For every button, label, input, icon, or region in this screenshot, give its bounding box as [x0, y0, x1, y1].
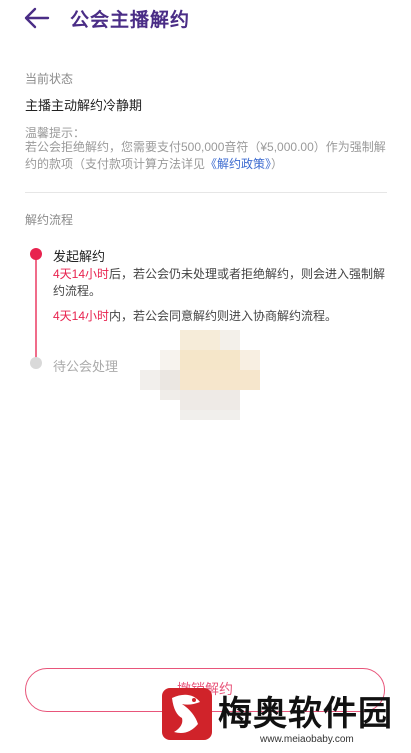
timeline-line: [35, 255, 37, 365]
step-pending-title: 待公会处理: [53, 359, 119, 374]
tip-body-suffix: ）: [271, 157, 284, 171]
countdown-text: 4天14小时: [53, 267, 110, 281]
arrow-left-icon: [24, 7, 50, 29]
page-title: 公会主播解约: [70, 10, 191, 31]
step-dot-active: [30, 248, 42, 260]
watermark-text: 梅奥软件园: [218, 694, 393, 734]
step-dot-pending: [30, 357, 42, 369]
current-status-value: 主播主动解约冷静期: [25, 98, 143, 113]
step-initiate-desc-2: 4天14小时内，若公会同意解约则进入协商解约流程。: [53, 308, 393, 325]
pixelated-redaction: [140, 330, 260, 420]
step-initiate-desc-1: 4天14小时后，若公会仍未处理或者拒绝解约，则会进入强制解约流程。: [53, 266, 393, 300]
dragon-logo-icon: [162, 688, 212, 740]
watermark-url: www.meiaobaby.com: [260, 734, 354, 745]
tip-body: 若公会拒绝解约，您需要支付500,000音符（¥5,000.00）作为强制解约的…: [25, 139, 387, 173]
top-bar: 公会主播解约: [0, 0, 411, 36]
process-label: 解约流程: [25, 213, 74, 227]
site-watermark: 梅奥软件园 www.meiaobaby.com: [160, 684, 400, 748]
step-desc-text: 内，若公会同意解约则进入协商解约流程。: [109, 309, 338, 323]
step-initiate-title: 发起解约: [53, 249, 106, 264]
current-status-label: 当前状态: [25, 72, 74, 86]
termination-policy-link[interactable]: 《解约政策》: [205, 157, 271, 171]
divider: [25, 192, 387, 193]
countdown-text: 4天14小时: [53, 309, 110, 323]
back-button[interactable]: [22, 4, 54, 32]
